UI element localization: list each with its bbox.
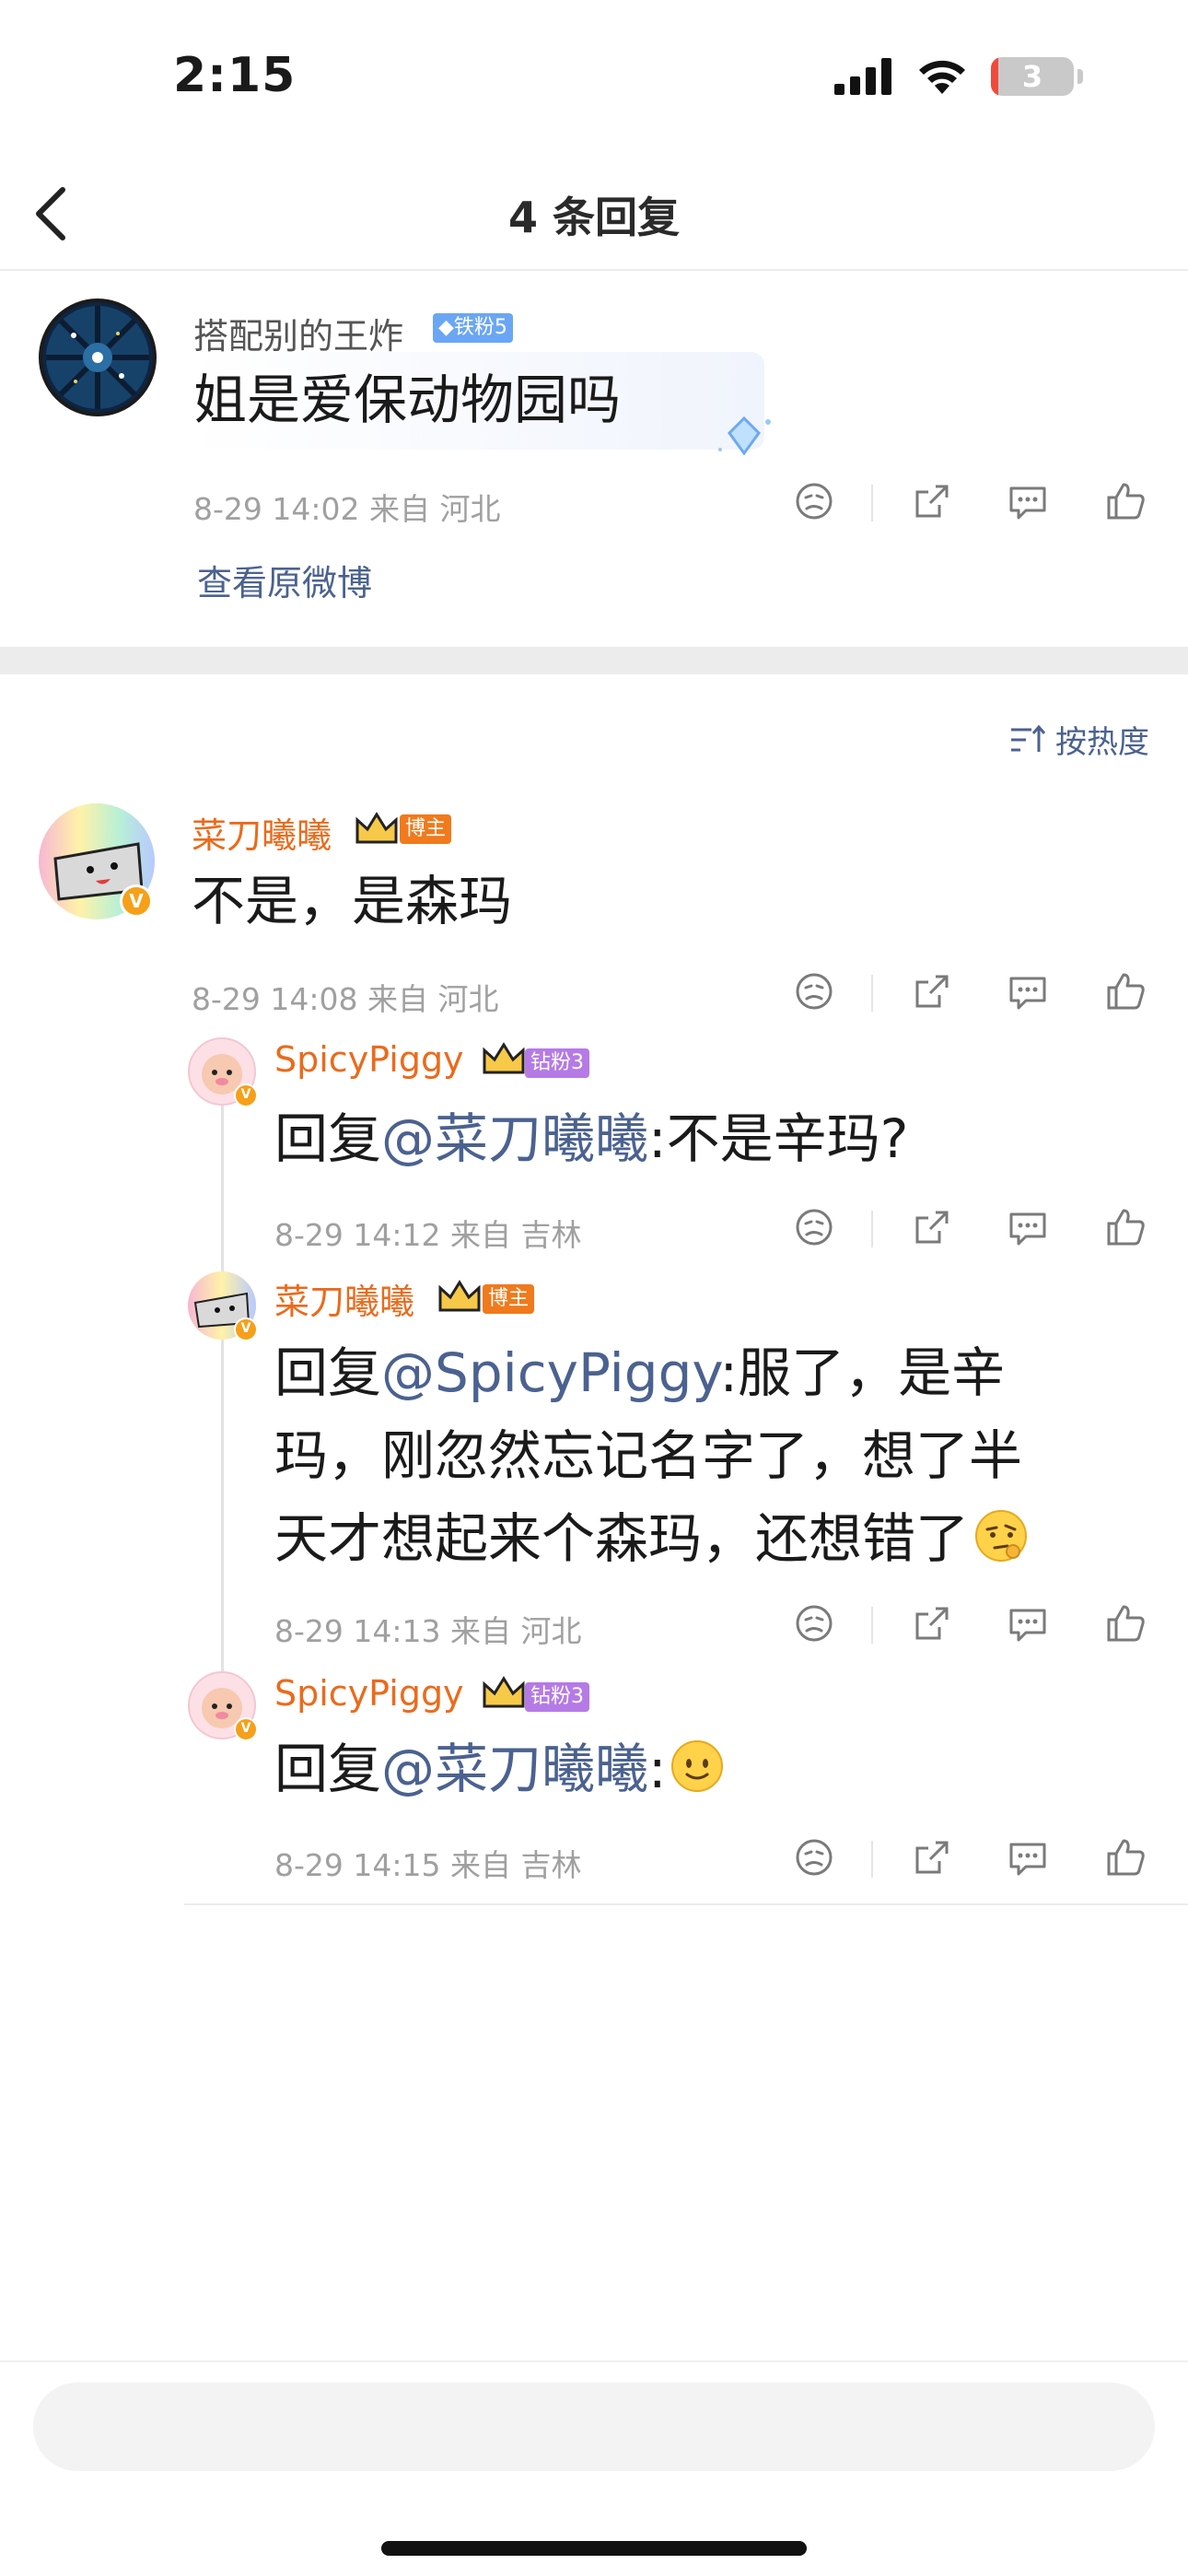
diamond-icon: ◆ [438, 316, 454, 339]
share-icon[interactable] [908, 967, 956, 1015]
composer-divider [0, 2360, 1188, 2362]
reply-meta: 8-29 14:15 来自 吉林 [274, 1847, 582, 1883]
crown-icon [483, 1676, 525, 1708]
share-icon[interactable] [908, 1203, 956, 1251]
username[interactable]: 菜刀曦曦 [274, 1273, 414, 1324]
verified-icon: V [234, 1317, 258, 1341]
action-separator [871, 1211, 873, 1247]
comment-meta: 8-29 14:02 来自 河北 [193, 491, 501, 527]
thinking-emoji-icon [975, 1510, 1028, 1562]
reply-prefix: 回复 [274, 1341, 382, 1404]
avatar[interactable] [39, 299, 157, 416]
diamond-decoration-icon [718, 416, 771, 456]
comment-icon[interactable] [1004, 967, 1052, 1015]
action-separator [871, 485, 873, 521]
share-icon[interactable] [908, 477, 956, 525]
reply-meta: 8-29 14:13 来自 河北 [274, 1613, 582, 1649]
crown-icon [355, 812, 398, 844]
mention-link[interactable]: @SpicyPiggy [381, 1341, 720, 1404]
dislike-icon[interactable] [790, 1203, 838, 1251]
dislike-icon[interactable] [790, 1599, 838, 1647]
comment-icon[interactable] [1004, 1833, 1052, 1881]
comment-actions [790, 477, 1177, 529]
reply-text: 回复@菜刀曦曦:不是辛玛? [274, 1096, 908, 1181]
like-icon[interactable] [1101, 1203, 1149, 1251]
mention-link[interactable]: @菜刀曦曦 [381, 1738, 648, 1800]
blogger-badge: 博主 [400, 814, 452, 844]
like-icon[interactable] [1101, 477, 1149, 525]
verified-icon: V [234, 1717, 258, 1741]
comment-icon[interactable] [1004, 1203, 1052, 1251]
reply-text: 不是，是森玛 [192, 870, 513, 932]
like-icon[interactable] [1101, 1833, 1149, 1881]
battery-level: 3 [1021, 59, 1043, 94]
sort-button[interactable]: 按热度 [1009, 717, 1149, 762]
reply-body: : [648, 1738, 667, 1800]
action-separator [871, 975, 873, 1012]
page: 2:15 3 4 条回复 搭配别的王炸 ◆铁粉5 姐是爱保动物园吗 8-29 1… [0, 0, 1188, 2576]
dislike-icon[interactable] [790, 1833, 838, 1881]
share-icon[interactable] [908, 1833, 956, 1881]
crown-icon [438, 1280, 481, 1312]
battery-tip [1077, 69, 1083, 84]
status-time: 2:15 [173, 48, 297, 103]
mention-link[interactable]: @菜刀曦曦 [381, 1107, 648, 1170]
dislike-icon[interactable] [790, 477, 838, 525]
comment-icon[interactable] [1004, 477, 1052, 525]
diamond-fan-badge: 钻粉3 [525, 1048, 589, 1078]
section-divider [0, 647, 1188, 674]
reply-text: 回复@菜刀曦曦: [274, 1727, 724, 1811]
thread-line [221, 1106, 224, 1677]
like-icon[interactable] [1101, 967, 1149, 1015]
reply-text-line-2: 玛，刚忽然忘记名字了，想了半 [274, 1424, 1023, 1487]
reply-prefix: 回复 [274, 1107, 382, 1170]
home-indicator[interactable] [381, 2541, 807, 2556]
avatar-pattern-icon [46, 306, 149, 409]
reply-text-line-3: 天才想起来个森玛，还想错了 [274, 1496, 1028, 1581]
reply-actions [790, 967, 1177, 1019]
username[interactable]: SpicyPiggy [274, 1039, 464, 1080]
username[interactable]: 搭配别的王炸 [193, 308, 403, 358]
comment-icon[interactable] [1004, 1599, 1052, 1647]
share-icon[interactable] [908, 1599, 956, 1647]
diamond-fan-badge: 钻粉3 [525, 1682, 589, 1712]
sort-icon [1011, 724, 1046, 752]
list-end-divider [184, 1903, 1188, 1905]
reply-body-1: :服了，是辛 [719, 1341, 1006, 1404]
crown-icon [483, 1042, 525, 1074]
reply-text-line-1: 回复@SpicyPiggy:服了，是辛 [274, 1330, 1005, 1415]
signal-icon [834, 58, 891, 95]
reply-actions [790, 1599, 1177, 1651]
action-separator [871, 1607, 873, 1644]
reply-composer[interactable] [33, 2383, 1155, 2471]
verified-icon: V [120, 884, 153, 918]
status-icons: 3 [834, 57, 1083, 96]
comment-text: 姐是爱保动物园吗 [193, 369, 622, 431]
reply-actions [790, 1833, 1177, 1885]
smile-emoji-icon [670, 1740, 723, 1792]
reply-meta: 8-29 14:08 来自 河北 [192, 981, 499, 1017]
view-original-link[interactable]: 查看原微博 [197, 555, 372, 605]
page-title: 4 条回复 [507, 193, 681, 242]
reply-meta: 8-29 14:12 来自 吉林 [274, 1217, 582, 1253]
sort-label: 按热度 [1055, 724, 1149, 761]
blogger-badge: 博主 [483, 1284, 535, 1314]
battery-icon: 3 [991, 57, 1074, 96]
reply-body: :不是辛玛? [648, 1107, 909, 1170]
wifi-icon [919, 60, 965, 94]
reply-actions [790, 1203, 1177, 1255]
username[interactable]: 菜刀曦曦 [192, 807, 332, 858]
like-icon[interactable] [1101, 1599, 1149, 1647]
username[interactable]: SpicyPiggy [274, 1673, 464, 1714]
status-bar: 2:15 3 [0, 0, 1188, 157]
action-separator [871, 1841, 873, 1878]
reply-input[interactable] [33, 2383, 1155, 2471]
dislike-icon[interactable] [790, 967, 838, 1015]
reply-prefix: 回复 [274, 1738, 382, 1800]
fan-badge-label: 铁粉5 [453, 316, 507, 339]
reply-body-3: 天才想起来个森玛，还想错了 [274, 1507, 970, 1570]
fan-badge: ◆铁粉5 [433, 313, 513, 343]
verified-icon: V [234, 1083, 258, 1107]
nav-bar: 4 条回复 [0, 157, 1188, 271]
